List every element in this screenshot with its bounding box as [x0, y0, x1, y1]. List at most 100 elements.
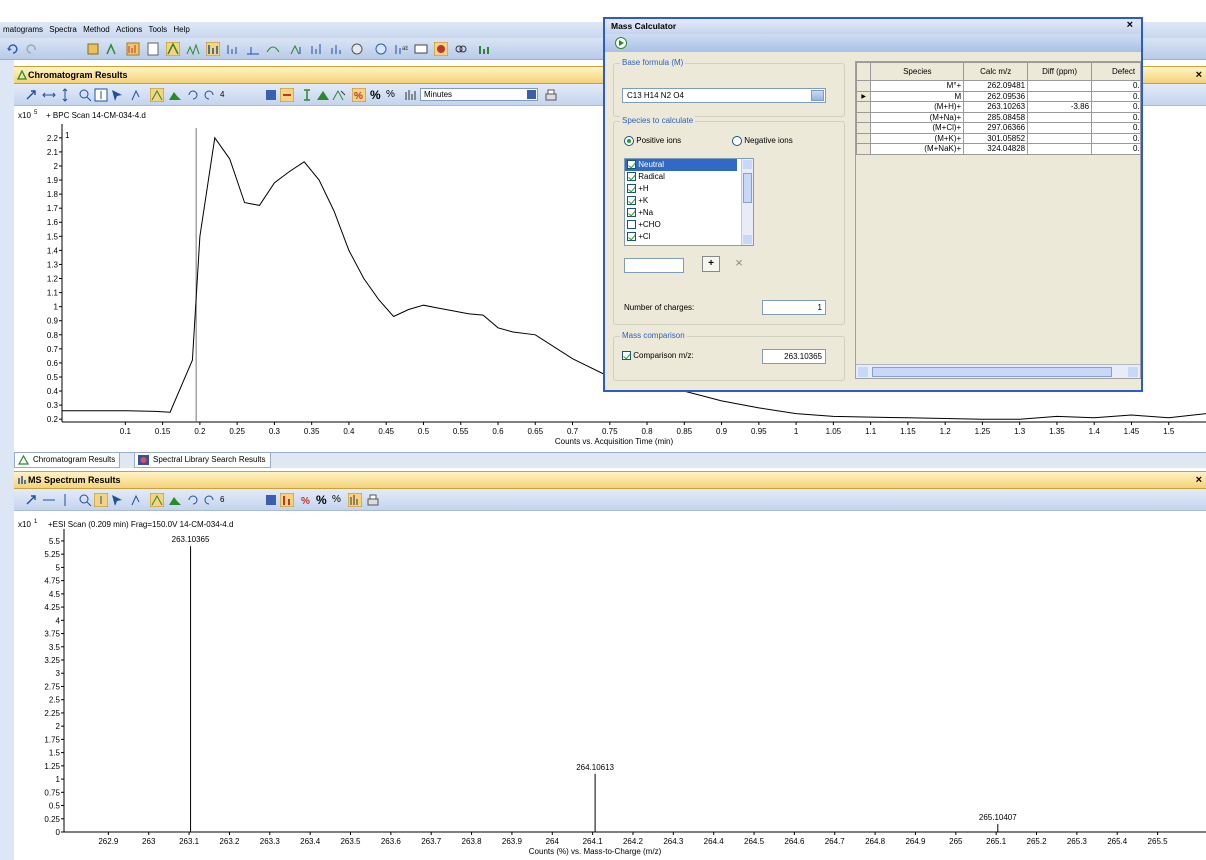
col-header-calc[interactable]: Calc m/z	[963, 62, 1029, 81]
tool-integrate-icon[interactable]	[186, 42, 200, 56]
table-row[interactable]: (M+Cl)+297.06366 0.063	[856, 122, 1140, 134]
table-row[interactable]: (M+NaK)+324.04828 0.048	[856, 143, 1140, 155]
comparison-mz-input[interactable]: 263.10365	[762, 349, 826, 364]
menu-method[interactable]: Method	[83, 25, 110, 34]
tool-chromatogram-icon[interactable]	[165, 41, 181, 57]
integrate-icon[interactable]	[300, 88, 314, 102]
peak-list-icon[interactable]	[404, 88, 418, 102]
species-list-item[interactable]: +H	[625, 183, 753, 195]
mass-calculator-close-icon[interactable]: ×	[1127, 19, 1133, 31]
species-checkbox[interactable]	[627, 196, 636, 206]
spec-scale-x-icon[interactable]	[42, 493, 56, 507]
species-scroll-thumb[interactable]	[743, 173, 752, 203]
menu-chromatograms[interactable]: matograms	[3, 25, 43, 34]
spec-mountain-icon[interactable]	[168, 493, 182, 507]
spec-normalize-icon[interactable]: %	[300, 493, 314, 507]
units-dropdown-icon[interactable]	[527, 90, 536, 99]
table-row[interactable]: (M+K)+301.05852 0.058	[856, 132, 1140, 144]
chromatogram-close-icon[interactable]: ×	[1196, 69, 1202, 81]
tab-chromatogram-results[interactable]: Chromatogram Results	[14, 453, 121, 468]
peak-pick-icon[interactable]	[130, 88, 144, 102]
tool-bars-icon[interactable]	[205, 41, 221, 57]
scroll-down-icon[interactable]	[743, 235, 752, 244]
tool-spectrum-icon[interactable]	[126, 42, 140, 56]
tool-baseline-icon[interactable]	[246, 42, 260, 56]
peak-label-icon[interactable]	[332, 88, 346, 102]
comparison-checkbox[interactable]: Comparison m/z:	[622, 351, 694, 361]
hand-icon[interactable]	[279, 87, 295, 103]
tool-hand-icon[interactable]	[86, 42, 100, 56]
spec-overlay-dropdown-icon[interactable]	[266, 495, 276, 505]
species-checkbox[interactable]	[627, 184, 636, 194]
spec-zoom-icon[interactable]	[78, 493, 92, 507]
spec-cursor-icon[interactable]	[110, 493, 124, 507]
table-row[interactable]: (M+Na)+285.08458 0.084	[856, 111, 1140, 123]
spectrum-chart[interactable]: x10 1 +ESI Scan (0.209 min) Frag=150.0V 14…	[14, 511, 1206, 860]
tool-library-icon[interactable]	[374, 42, 388, 56]
species-list-item[interactable]: Radical	[625, 171, 753, 183]
menu-help[interactable]: Help	[173, 25, 189, 34]
species-list-item[interactable]: Neutral	[625, 159, 737, 171]
highlight-icon[interactable]	[149, 87, 165, 103]
remove-species-icon[interactable]: ×	[730, 256, 748, 272]
num-charges-input[interactable]: 1	[762, 300, 826, 315]
table-row[interactable]: M°+262.09481 0.094	[856, 80, 1140, 92]
new-species-input[interactable]	[624, 258, 684, 273]
percent-icon[interactable]: %	[370, 88, 381, 102]
add-species-button[interactable]: +	[702, 256, 720, 272]
autoscale-icon[interactable]	[24, 88, 38, 102]
species-list-item[interactable]: +K	[625, 195, 753, 207]
tool-uv-icon[interactable]	[266, 42, 280, 56]
tool-peaks-icon[interactable]	[226, 42, 240, 56]
tab-spectral-library[interactable]: Spectral Library Search Results	[134, 453, 271, 468]
scroll-up-icon[interactable]	[743, 160, 752, 169]
species-checkbox[interactable]	[627, 160, 636, 170]
col-header-species[interactable]: Species	[870, 62, 965, 81]
percent-scale-icon[interactable]: %	[386, 89, 395, 100]
normalize-icon[interactable]: %	[351, 87, 367, 103]
tool-doc-icon[interactable]	[146, 42, 160, 56]
peak-area-icon[interactable]	[316, 88, 330, 102]
calculate-play-icon[interactable]	[615, 37, 627, 49]
tool-link-icon[interactable]	[454, 42, 468, 56]
tool-formula-icon[interactable]: ab	[394, 42, 409, 56]
spec-fit-y-icon[interactable]	[93, 492, 109, 508]
mountain-icon[interactable]	[168, 88, 182, 102]
zoom-icon[interactable]	[78, 88, 92, 102]
spec-scale-y-icon[interactable]	[58, 493, 72, 507]
spec-undo-zoom-icon[interactable]	[186, 493, 200, 507]
tool-table-icon[interactable]	[414, 42, 428, 56]
scale-x-icon[interactable]	[42, 88, 56, 102]
table-row[interactable]: (M+H)+263.10263-3.860.102	[856, 101, 1140, 113]
base-formula-select[interactable]: C13 H14 N2 O4	[622, 88, 826, 103]
print-icon[interactable]	[544, 88, 558, 102]
spec-peak-list-icon[interactable]	[347, 492, 363, 508]
table-row[interactable]: ▶M262.09536 0.095	[856, 90, 1140, 102]
menu-tools[interactable]: Tools	[148, 25, 167, 34]
menu-spectra[interactable]: Spectra	[49, 25, 77, 34]
table-scroll-thumb[interactable]	[872, 367, 1112, 377]
scale-y-icon[interactable]	[58, 88, 72, 102]
spec-peak-pick-icon[interactable]	[130, 493, 144, 507]
units-select[interactable]: Minutes	[420, 88, 538, 101]
spec-autoscale-icon[interactable]	[24, 493, 38, 507]
tool-msms-icon[interactable]	[310, 42, 324, 56]
species-checkbox[interactable]	[627, 208, 636, 218]
fit-y-icon[interactable]	[94, 88, 108, 102]
spectrum-close-icon[interactable]: ×	[1196, 474, 1202, 486]
spec-percent-icon[interactable]: %	[316, 493, 327, 507]
tool-ms-icon[interactable]	[290, 42, 304, 56]
spec-bar-icon[interactable]	[279, 492, 295, 508]
spec-percent-scale-icon[interactable]: %	[332, 494, 341, 505]
species-list[interactable]: Neutral Radical +H +K +Na +CHO +Cl	[624, 158, 754, 246]
positive-ions-radio[interactable]: Positive ions	[624, 136, 681, 146]
table-scroll-right-icon[interactable]	[1128, 367, 1138, 377]
mass-calculator-titlebar[interactable]: Mass Calculator ×	[605, 19, 1141, 34]
tool-compare-icon[interactable]	[433, 41, 449, 57]
species-checkbox[interactable]	[627, 232, 636, 242]
base-formula-dropdown-icon[interactable]	[811, 90, 824, 101]
species-scrollbar[interactable]	[741, 159, 753, 245]
spec-print-icon[interactable]	[366, 493, 380, 507]
table-scroll-left-icon[interactable]	[858, 367, 868, 377]
species-checkbox[interactable]	[627, 220, 636, 230]
